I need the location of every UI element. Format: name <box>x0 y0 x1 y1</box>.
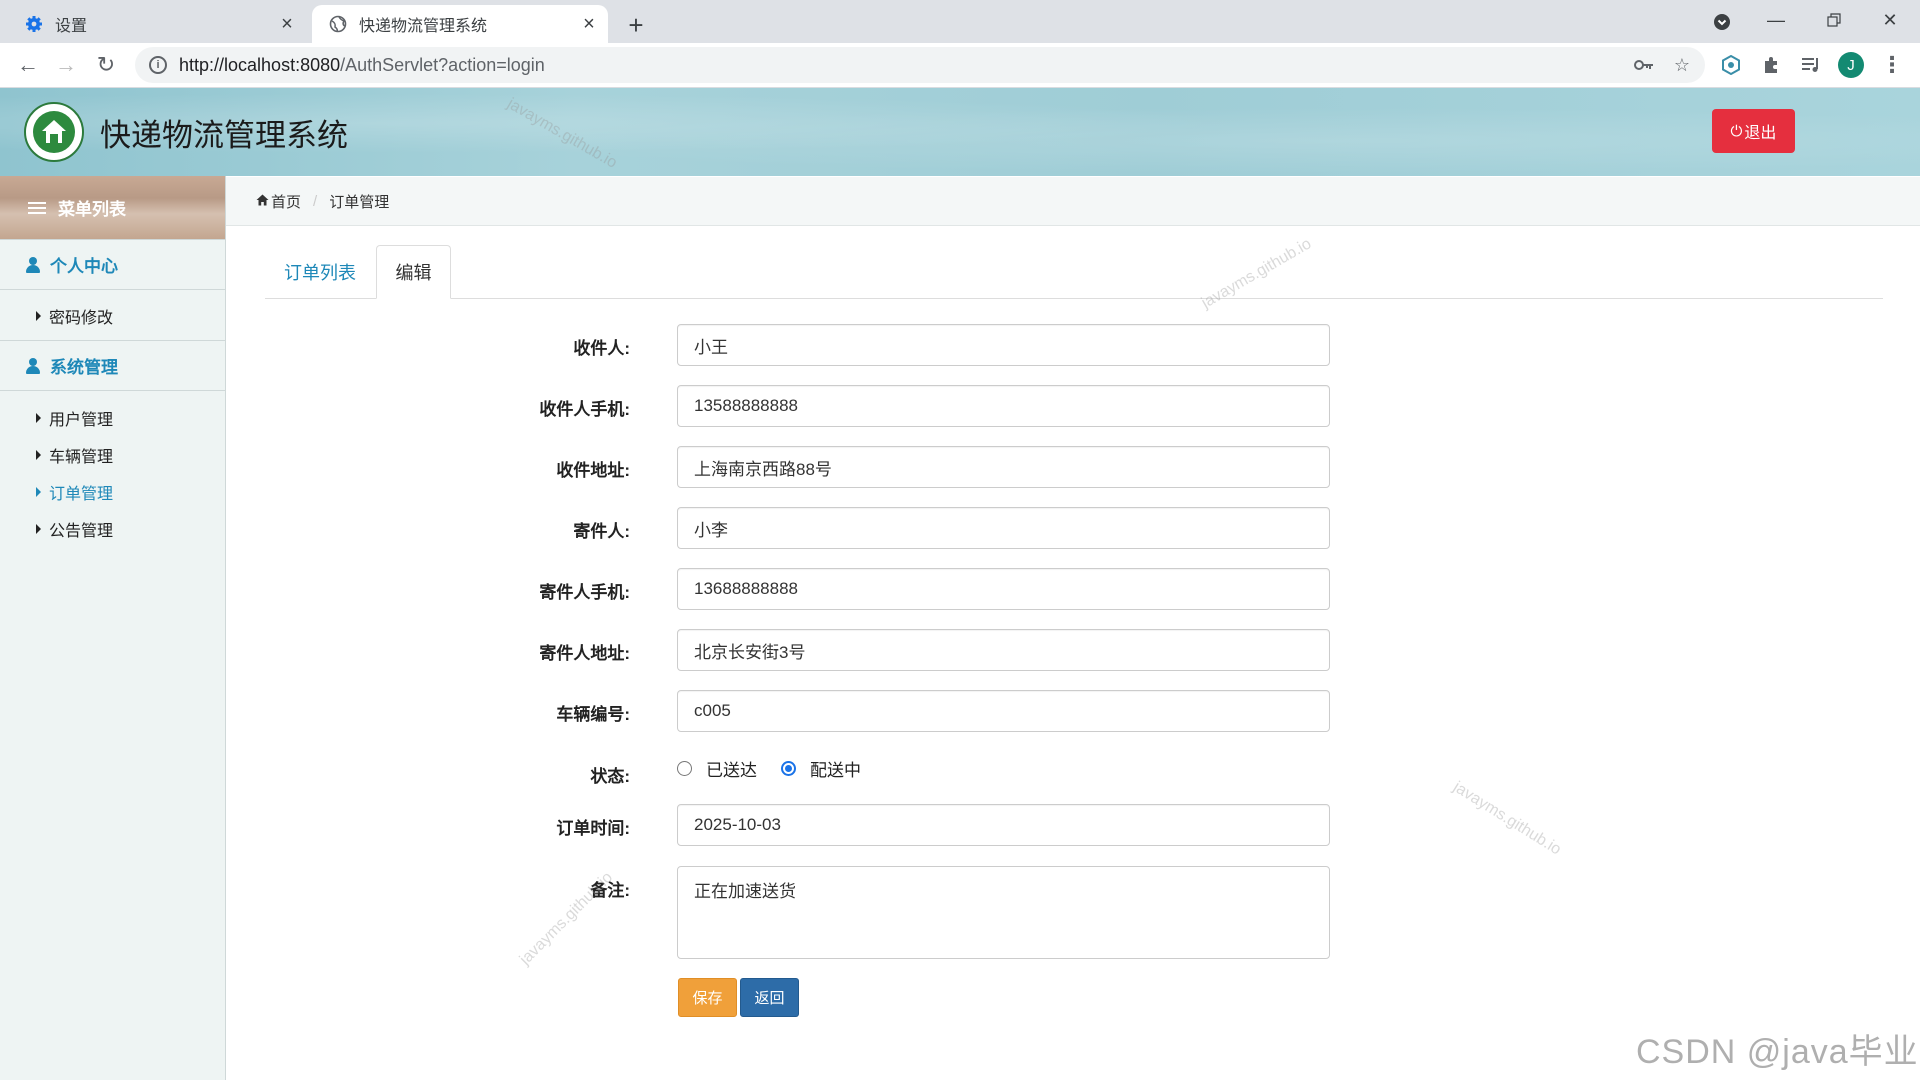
status-delivered-radio[interactable] <box>677 761 692 776</box>
receiver-phone-label: 收件人手机: <box>539 400 630 419</box>
sender-address-label: 寄件人地址: <box>539 644 630 663</box>
vehicle-input[interactable]: c005 <box>677 690 1330 732</box>
sidebar-section-personal[interactable]: 个人中心 <box>0 239 225 290</box>
new-tab-icon[interactable]: + <box>620 9 652 41</box>
content-tabs: 订单列表 编辑 <box>265 245 1883 299</box>
sidebar-item-label: 公告管理 <box>49 522 114 540</box>
receiver-input[interactable]: 小王 <box>677 324 1330 366</box>
kebab-menu-icon[interactable]: ⋮ <box>1876 49 1908 81</box>
sidebar-item-label: 订单管理 <box>49 485 114 503</box>
sidebar-item-orders[interactable]: 订单管理 <box>0 473 225 510</box>
order-time-input[interactable]: 2025-10-03 <box>677 804 1330 846</box>
app-title: 快递物流管理系统 <box>100 118 348 153</box>
school-logo <box>24 102 84 162</box>
breadcrumb: 首页 / 订单管理 <box>226 177 1920 226</box>
browser-tab-title: 快递物流管理系统 <box>359 18 488 35</box>
sender-phone-input[interactable]: 13688888888 <box>677 568 1330 610</box>
url-host: http://localhost:8080 <box>179 54 341 75</box>
order-time-label: 订单时间: <box>556 819 630 838</box>
menu-title: 菜单列表 <box>58 200 126 219</box>
caret-right-icon <box>36 523 41 534</box>
gear-icon <box>25 15 43 33</box>
close-window-icon[interactable]: ✕ <box>1868 4 1912 36</box>
status-option-label[interactable]: 配送中 <box>810 756 861 781</box>
back-arrow-icon[interactable]: ← <box>12 49 44 81</box>
logout-label: 退出 <box>1744 125 1777 142</box>
sender-address-input[interactable]: 北京长安街3号 <box>677 629 1330 671</box>
globe-icon <box>329 15 347 33</box>
sender-input[interactable]: 小李 <box>677 507 1330 549</box>
forward-arrow-icon[interactable]: → <box>50 49 82 81</box>
user-icon <box>26 256 40 273</box>
media-list-icon[interactable] <box>1795 49 1827 81</box>
close-icon[interactable]: × <box>578 13 600 35</box>
sidebar-item-notices[interactable]: 公告管理 <box>0 510 225 547</box>
receiver-phone-input[interactable]: 13588888888 <box>677 385 1330 427</box>
breadcrumb-current: 订单管理 <box>329 193 390 211</box>
browser-tab-app[interactable]: 快递物流管理系统 × <box>312 5 608 43</box>
caret-right-icon <box>36 412 41 423</box>
extension-hex-icon[interactable] <box>1715 49 1747 81</box>
sidebar-item-users[interactable]: 用户管理 <box>0 399 225 436</box>
section-title: 个人中心 <box>50 257 118 276</box>
sidebar-item-label: 车辆管理 <box>49 448 114 466</box>
sidebar-menu-header: 菜单列表 <box>0 176 225 239</box>
reload-icon[interactable]: ↻ <box>90 49 122 81</box>
address-bar[interactable]: i http://localhost:8080/AuthServlet?acti… <box>135 47 1705 83</box>
receiver-label: 收件人: <box>573 339 630 358</box>
browser-tab-title: 设置 <box>55 18 88 35</box>
tab-edit[interactable]: 编辑 <box>376 245 451 299</box>
minimize-icon[interactable]: — <box>1754 4 1798 36</box>
status-label: 状态: <box>590 767 630 786</box>
status-radio-group: 已送达 配送中 <box>677 756 885 781</box>
info-icon[interactable]: i <box>149 56 167 74</box>
logout-button[interactable]: ⏻ 退出 <box>1712 109 1795 153</box>
section-title: 系统管理 <box>50 358 118 377</box>
vehicle-label: 车辆编号: <box>556 705 630 724</box>
browser-tab-settings[interactable]: 设置 × <box>8 5 306 43</box>
caret-right-icon <box>36 449 41 460</box>
receiver-address-input[interactable]: 上海南京西路88号 <box>677 446 1330 488</box>
sidebar: 菜单列表 个人中心 密码修改 系统管理 用户管理 车辆管理 订单管理 公告管理 <box>0 176 226 1080</box>
watermark: javayms.github.io <box>1450 778 1565 859</box>
sidebar-item-password[interactable]: 密码修改 <box>0 297 225 334</box>
close-icon[interactable]: × <box>276 13 298 35</box>
list-icon <box>28 199 46 217</box>
status-option-label[interactable]: 已送达 <box>706 756 757 781</box>
browser-tab-strip: 设置 × 快递物流管理系统 × + — ✕ <box>0 0 1920 43</box>
breadcrumb-separator: / <box>313 192 318 210</box>
breadcrumb-home-label: 首页 <box>271 193 302 211</box>
status-delivering-radio[interactable] <box>781 761 796 776</box>
key-icon[interactable] <box>1629 50 1659 80</box>
sidebar-section-system[interactable]: 系统管理 <box>0 341 225 391</box>
save-button[interactable]: 保存 <box>678 978 737 1017</box>
power-icon: ⏻ <box>1730 122 1743 140</box>
star-icon[interactable]: ☆ <box>1667 50 1697 80</box>
sender-label: 寄件人: <box>573 522 630 541</box>
sender-phone-label: 寄件人手机: <box>539 583 630 602</box>
profile-avatar[interactable]: J <box>1838 52 1864 78</box>
csdn-watermark: CSDN @java毕业 <box>1636 1033 1919 1071</box>
puzzle-icon[interactable] <box>1755 49 1787 81</box>
url-path: /AuthServlet?action=login <box>340 54 545 75</box>
sidebar-item-vehicles[interactable]: 车辆管理 <box>0 436 225 473</box>
sidebar-item-label: 用户管理 <box>49 411 114 429</box>
remark-textarea[interactable]: 正在加速送货 <box>677 866 1330 959</box>
breadcrumb-home[interactable]: 首页 <box>256 191 301 212</box>
caret-right-icon <box>36 310 41 321</box>
sidebar-item-label: 密码修改 <box>49 309 114 327</box>
home-icon <box>256 194 269 209</box>
back-button[interactable]: 返回 <box>740 978 799 1017</box>
restore-icon[interactable] <box>1812 4 1856 36</box>
app-header: 快递物流管理系统 ⏻ 退出 <box>0 88 1920 176</box>
tab-search-icon[interactable] <box>1708 8 1736 36</box>
browser-toolbar: ← → ↻ i http://localhost:8080/AuthServle… <box>0 43 1920 88</box>
tab-order-list[interactable]: 订单列表 <box>265 245 375 298</box>
receiver-address-label: 收件地址: <box>556 461 630 480</box>
user-icon <box>26 357 40 374</box>
caret-right-icon <box>36 486 41 497</box>
